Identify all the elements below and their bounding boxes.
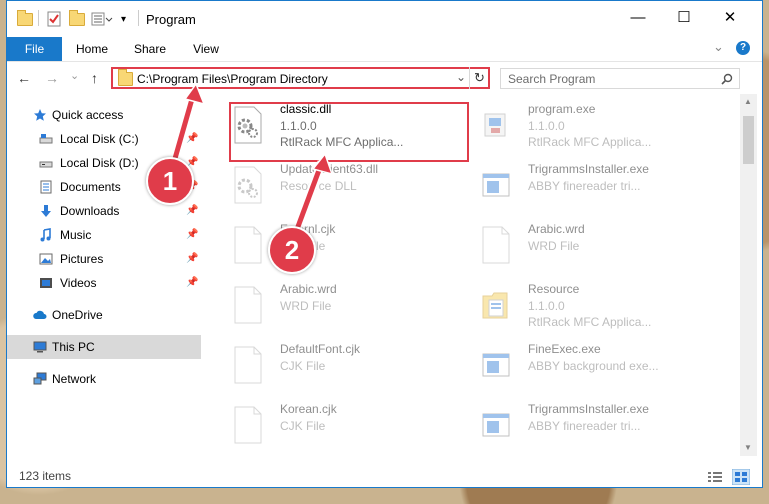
callout-badge-2: 2 xyxy=(268,226,316,274)
callout-badge-1: 1 xyxy=(146,157,194,205)
annotation-arrows xyxy=(169,82,334,234)
